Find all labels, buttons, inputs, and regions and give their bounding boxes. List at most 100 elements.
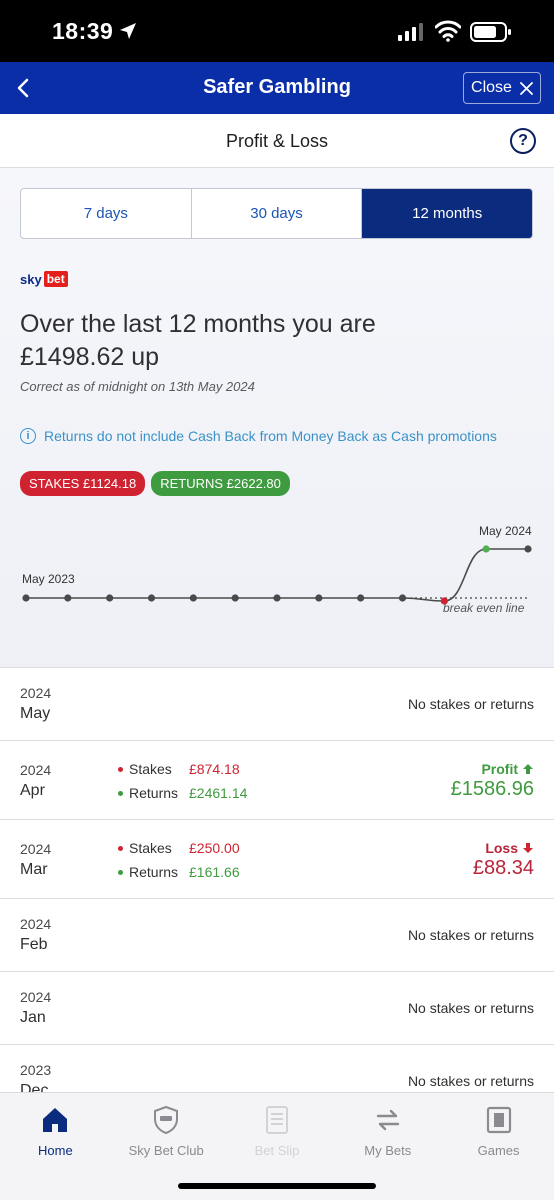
home-indicator bbox=[178, 1183, 376, 1189]
location-arrow-icon bbox=[120, 23, 136, 39]
chart-start-label: May 2023 bbox=[22, 572, 75, 586]
result-amount: £1586.96 bbox=[450, 778, 534, 800]
month-name: Feb bbox=[20, 936, 48, 953]
games-icon bbox=[486, 1106, 511, 1134]
summary-line-2: £1498.62 up bbox=[20, 343, 160, 371]
app-header: Safer Gambling Close bbox=[0, 62, 554, 114]
stakes-dot bbox=[118, 845, 123, 851]
chart-point-jun-2023 bbox=[64, 594, 72, 602]
stakes-total-badge: STAKES £1124.18 bbox=[20, 471, 146, 496]
club-shield-icon bbox=[154, 1105, 179, 1135]
tab-label: Home bbox=[38, 1143, 73, 1158]
logo-bet-text: bet bbox=[43, 271, 68, 287]
chart-point-oct-2023 bbox=[231, 594, 239, 602]
stakes-dot bbox=[118, 766, 123, 772]
status-bar: 18:39 bbox=[0, 0, 554, 62]
arrow-up-icon bbox=[523, 764, 533, 774]
help-button[interactable]: ? bbox=[510, 128, 536, 154]
home-icon bbox=[43, 1108, 68, 1132]
stakes-line: Stakes £250.00 bbox=[118, 840, 240, 856]
returns-dot bbox=[118, 790, 123, 796]
stakes-line: Stakes £874.18 bbox=[118, 761, 240, 777]
profit-loss-chart: May 2023 May 2024 break even line bbox=[22, 524, 532, 615]
page-subheader: Profit & Loss ? bbox=[0, 114, 554, 168]
month-year: 2024 bbox=[20, 841, 52, 857]
no-activity-text: No stakes or returns bbox=[407, 1000, 534, 1016]
cellular-signal-icon bbox=[398, 23, 423, 41]
page-title: Profit & Loss bbox=[225, 131, 329, 151]
stakes-value: £250.00 bbox=[189, 840, 240, 856]
returns-label: Returns bbox=[129, 864, 179, 880]
chart-point-sep-2023 bbox=[189, 594, 197, 602]
result-amount: £88.34 bbox=[472, 857, 534, 879]
info-note-text: Returns do not include Cash Back from Mo… bbox=[44, 428, 497, 444]
sky-bet-logo: sky bet bbox=[20, 271, 68, 287]
month-name: Jan bbox=[20, 1009, 46, 1026]
chart-point-may-2024 bbox=[524, 545, 532, 553]
month-row-2024-mar[interactable]: 2024 Mar Stakes £250.00 Returns £161.66 … bbox=[0, 819, 554, 898]
arrow-down-icon bbox=[523, 843, 533, 853]
returns-total-badge: RETURNS £2622.80 bbox=[151, 471, 290, 496]
month-year: 2023 bbox=[20, 1062, 52, 1078]
close-button-label: Close bbox=[471, 79, 512, 96]
result-label-text: Loss bbox=[485, 840, 518, 856]
chart-point-jan-2024 bbox=[357, 594, 365, 602]
profit-loss-series-line bbox=[26, 548, 528, 602]
my-bets-icon bbox=[376, 1109, 399, 1131]
correct-as-text: Correct as of midnight on 13th May 2024 bbox=[20, 379, 255, 394]
chart-point-may-2023 bbox=[22, 594, 30, 602]
returns-dot bbox=[118, 869, 123, 875]
chart-point-apr-2024 bbox=[482, 545, 490, 553]
month-year: 2024 bbox=[20, 762, 52, 778]
month-row-2023-dec[interactable]: 2023 Dec No stakes or returns bbox=[0, 1044, 554, 1092]
stakes-label: Stakes bbox=[129, 761, 172, 777]
bet-slip-icon bbox=[265, 1106, 288, 1134]
profit-result: Profit £1586.96 bbox=[451, 761, 534, 801]
returns-line: Returns £161.66 bbox=[118, 864, 240, 880]
month-row-2024-feb[interactable]: 2024 Feb No stakes or returns bbox=[0, 898, 554, 971]
summary-line-1: Over the last 12 months you are bbox=[20, 310, 376, 338]
returns-value: £161.66 bbox=[189, 864, 240, 880]
result-label: Profit bbox=[451, 761, 534, 777]
no-activity-text: No stakes or returns bbox=[407, 927, 534, 943]
month-row-2024-jan[interactable]: 2024 Jan No stakes or returns bbox=[0, 971, 554, 1044]
month-year: 2024 bbox=[20, 685, 52, 701]
loss-result: Loss £88.34 bbox=[473, 840, 534, 880]
summary-headline: Over the last 12 months you are £1498.62… bbox=[20, 308, 376, 374]
logo-sky-text: sky bbox=[20, 271, 42, 287]
month-row-2024-apr[interactable]: 2024 Apr Stakes £874.18 Returns £2461.14… bbox=[0, 740, 554, 819]
month-row-2024-may[interactable]: 2024 May No stakes or returns bbox=[0, 667, 554, 740]
month-name: Mar bbox=[20, 861, 48, 878]
returns-label: Returns bbox=[129, 785, 179, 801]
returns-value: £2461.14 bbox=[189, 785, 248, 801]
returns-info-note[interactable]: i Returns do not include Cash Back from … bbox=[20, 428, 497, 444]
stakes-label: Stakes bbox=[129, 840, 172, 856]
status-time: 18:39 bbox=[52, 18, 114, 44]
break-even-label: break even line bbox=[443, 601, 525, 615]
month-name: Apr bbox=[20, 782, 45, 799]
tab-12-months[interactable]: 12 months bbox=[362, 189, 532, 238]
tab-label: My Bets bbox=[364, 1143, 412, 1158]
chart-point-jul-2023 bbox=[106, 594, 114, 602]
stakes-value: £874.18 bbox=[189, 761, 240, 777]
period-tabs: 7 days 30 days 12 months bbox=[20, 188, 533, 239]
returns-line: Returns £2461.14 bbox=[118, 785, 247, 801]
monthly-breakdown-list: 2024 May No stakes or returns 2024 Apr S… bbox=[0, 667, 554, 1092]
chart-end-label: May 2024 bbox=[479, 524, 532, 538]
battery-icon bbox=[470, 22, 511, 42]
tab-games[interactable]: Games bbox=[443, 1093, 554, 1200]
tab-home[interactable]: Home bbox=[0, 1093, 111, 1200]
month-name: May bbox=[20, 705, 51, 722]
totals-badges: STAKES £1124.18 RETURNS £2622.80 bbox=[20, 471, 290, 496]
tab-label: Bet Slip bbox=[254, 1143, 300, 1158]
tab-7-days[interactable]: 7 days bbox=[21, 189, 192, 238]
month-year: 2024 bbox=[20, 916, 52, 932]
chart-point-dec-2023 bbox=[315, 594, 323, 602]
close-button[interactable]: Close bbox=[463, 72, 541, 104]
result-label-text: Profit bbox=[481, 761, 518, 777]
no-activity-text: No stakes or returns bbox=[407, 696, 534, 712]
tab-30-days[interactable]: 30 days bbox=[192, 189, 363, 238]
chart-point-aug-2023 bbox=[147, 594, 156, 602]
profit-loss-summary: 7 days 30 days 12 months sky bet Over th… bbox=[0, 168, 554, 667]
chart-point-nov-2023 bbox=[273, 594, 281, 602]
